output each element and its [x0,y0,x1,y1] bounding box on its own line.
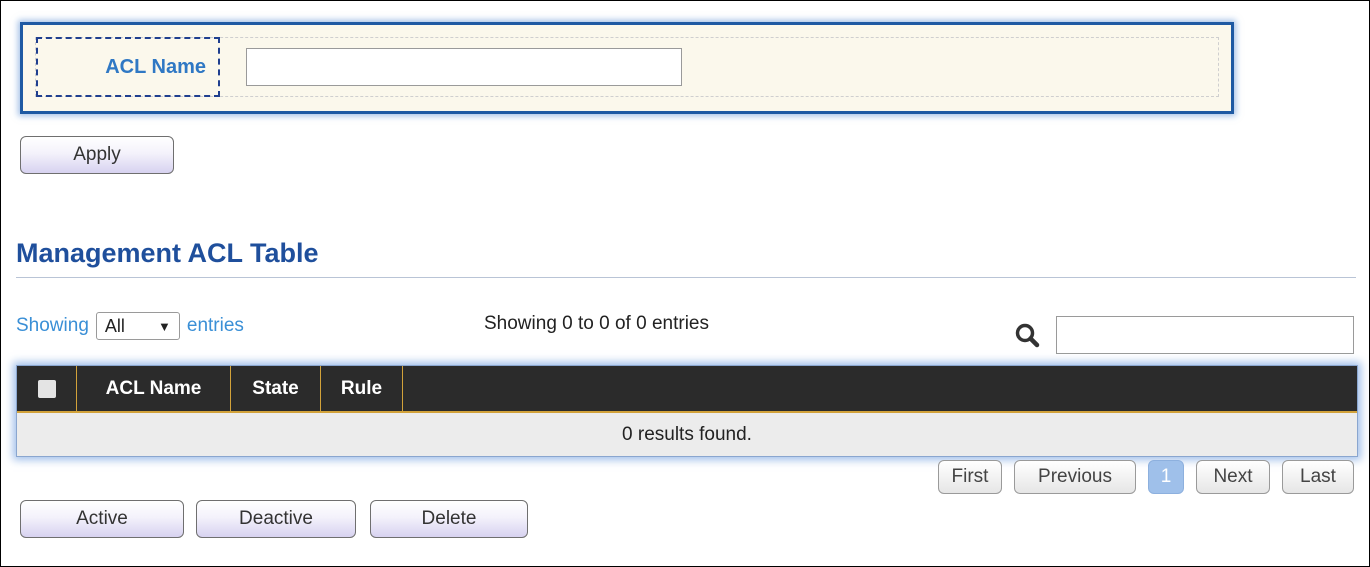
table-search-input[interactable] [1056,316,1354,354]
acl-name-row: ACL Name [35,37,1219,97]
entries-select[interactable]: All ▼ [95,312,180,340]
next-page-button[interactable]: Next [1196,460,1270,494]
first-page-button[interactable]: First [938,460,1002,494]
management-acl-table: ACL Name State Rule 0 results found. [16,365,1358,457]
deactive-button[interactable]: Deactive [196,500,356,538]
table-header: ACL Name State Rule [17,366,1357,413]
page-1-button[interactable]: 1 [1148,460,1184,494]
acl-form-panel: ACL Name [20,22,1234,114]
table-info: Showing 0 to 0 of 0 entries [484,313,709,334]
dropdown-arrow-icon: ▼ [158,318,171,334]
column-header-acl-name[interactable]: ACL Name [77,366,231,411]
section-title: Management ACL Table [16,238,319,268]
apply-button[interactable]: Apply [20,136,174,174]
entries-length-control: Showing All ▼ entries [16,312,244,340]
section-divider [16,277,1356,278]
empty-results-row: 0 results found. [17,413,1357,456]
select-all-cell [17,366,77,411]
entries-select-value: All [104,315,125,336]
active-button[interactable]: Active [20,500,184,538]
showing-suffix: entries [186,315,244,336]
column-header-state[interactable]: State [231,366,321,411]
showing-prefix: Showing [16,315,89,336]
previous-page-button[interactable]: Previous [1014,460,1136,494]
acl-name-label: ACL Name [36,37,220,97]
delete-button[interactable]: Delete [370,500,528,538]
last-page-button[interactable]: Last [1282,460,1354,494]
select-all-checkbox[interactable] [37,379,56,398]
search-icon[interactable] [1014,322,1040,348]
acl-name-input[interactable] [246,48,682,86]
column-header-rule[interactable]: Rule [321,366,403,411]
